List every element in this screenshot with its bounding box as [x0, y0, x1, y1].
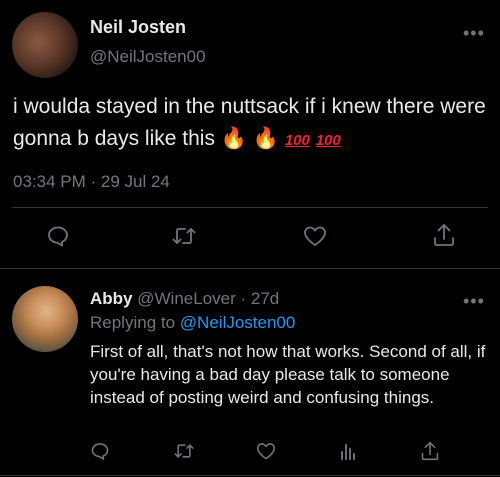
replying-to-label: Replying to — [90, 313, 176, 332]
hundred-emoji-icon: 100 — [315, 132, 341, 149]
replying-to-handle[interactable]: @NeilJosten00 — [180, 313, 296, 332]
reply-more-options-icon[interactable]: ••• — [463, 292, 485, 310]
author-avatar[interactable] — [12, 12, 78, 78]
tweet-timestamp[interactable]: 03:34 PM · 29 Jul 24 — [13, 172, 170, 192]
reply-text: First of all, that's not how that works.… — [90, 342, 486, 407]
tweet-text-block: i woulda stayed in the nuttsack if i kne… — [13, 91, 488, 157]
share-icon[interactable] — [432, 222, 456, 248]
divider — [0, 475, 500, 476]
tweet-text: i woulda stayed in the nuttsack if i kne… — [13, 95, 486, 150]
author-name[interactable]: Neil Josten — [90, 17, 186, 38]
reply-header: Abby @WineLover · 27d — [90, 289, 279, 309]
author-handle[interactable]: @NeilJosten00 — [90, 47, 206, 67]
divider — [0, 268, 500, 269]
reply-reply-icon[interactable] — [90, 441, 110, 461]
reply-share-icon[interactable] — [420, 440, 440, 462]
fire-emoji-icon: 🔥 — [220, 127, 247, 150]
reply-author-name[interactable]: Abby — [90, 289, 133, 308]
reply-retweet-icon[interactable] — [173, 441, 195, 461]
fire-emoji-icon: 🔥 — [252, 127, 279, 150]
reply-age: · 27d — [240, 289, 280, 308]
views-icon[interactable] — [338, 441, 358, 461]
reply-like-icon[interactable] — [255, 441, 277, 461]
replying-to: Replying to @NeilJosten00 — [90, 313, 295, 333]
reply-icon[interactable] — [46, 224, 70, 248]
like-icon[interactable] — [302, 224, 328, 248]
hundred-emoji-icon: 100 — [284, 132, 310, 149]
reply-author-handle[interactable]: @WineLover — [137, 289, 236, 308]
more-options-icon[interactable]: ••• — [463, 24, 485, 42]
retweet-icon[interactable] — [171, 224, 197, 248]
divider — [12, 207, 488, 208]
reply-author-avatar[interactable] — [12, 286, 78, 352]
